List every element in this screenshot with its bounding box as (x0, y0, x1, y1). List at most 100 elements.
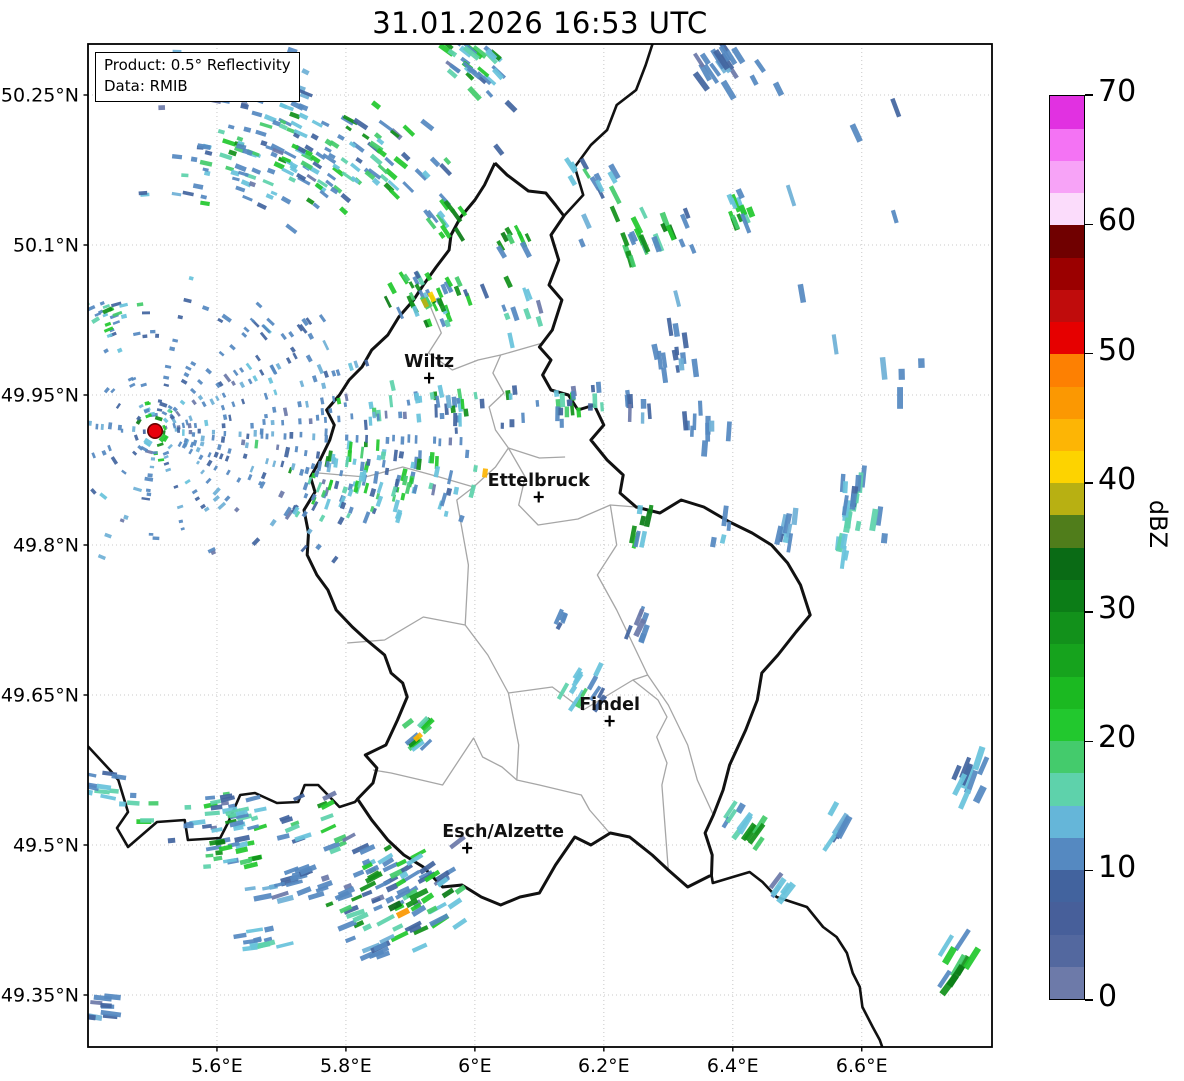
echo-cell (327, 480, 334, 491)
echo-cell (197, 394, 204, 401)
colorbar-segment (1050, 418, 1084, 451)
echo-cell (324, 428, 328, 437)
echo-cell (400, 151, 411, 162)
city-marker (424, 372, 435, 384)
city-label: Wiltz (404, 352, 454, 372)
echo-cell (192, 183, 204, 190)
echo-cell (361, 133, 370, 140)
echo-cell (163, 461, 170, 466)
echo-cell (247, 840, 255, 846)
echo-cell (195, 446, 201, 453)
echo-cell (362, 923, 373, 932)
echo-cell (244, 442, 249, 449)
echo-cell (708, 420, 715, 432)
echo-cell (199, 159, 213, 167)
echo-cell (414, 435, 418, 444)
echo-cell (432, 436, 437, 444)
echo-cell (375, 439, 380, 451)
echo-cell (508, 393, 513, 400)
echo-cell (244, 886, 256, 892)
echo-cell (262, 179, 274, 187)
echo-cell (462, 288, 469, 297)
echo-cell (376, 454, 382, 461)
echo-cell (568, 684, 578, 695)
echo-cell (298, 468, 305, 476)
radar-echoes (88, 44, 990, 1022)
echo-cell (285, 223, 298, 235)
echo-cell (719, 534, 727, 544)
echo-cell (206, 459, 213, 467)
echo-cell (593, 661, 604, 677)
echo-cell (311, 375, 318, 383)
echo-cell (292, 352, 298, 360)
echo-cell (259, 121, 273, 130)
echo-cell (110, 388, 116, 394)
echo-cell (350, 175, 360, 184)
echo-cell (333, 480, 340, 490)
colorbar-tick-label: 60 (1098, 203, 1137, 239)
echo-cell (132, 331, 141, 337)
y-tick-label: 50.25°N (1, 85, 79, 107)
echo-cell (535, 399, 540, 407)
echo-cell (190, 361, 197, 367)
echo-cell (331, 555, 339, 564)
echo-cell (178, 519, 184, 524)
x-tick-label: 6°E (458, 1055, 492, 1077)
echo-cell (240, 439, 246, 446)
y-tick-label: 50.1°N (13, 235, 79, 257)
echo-cell (558, 407, 564, 416)
echo-cell (897, 387, 903, 409)
echo-cell (337, 516, 345, 526)
echo-cell (217, 317, 224, 324)
x-tick-label: 6.2°E (578, 1055, 630, 1077)
echo-cell (184, 804, 192, 810)
echo-cell (204, 810, 220, 817)
echo-cell (388, 188, 401, 200)
echo-cell (352, 869, 365, 878)
echo-cell (213, 855, 223, 862)
echo-cell (479, 398, 485, 409)
echo-cell (141, 311, 151, 315)
echo-cell (185, 365, 192, 371)
echo-cell (303, 450, 308, 457)
echo-cell (666, 317, 674, 337)
echo-cell (161, 410, 168, 416)
echo-cell (197, 428, 201, 434)
echo-cell (620, 231, 630, 247)
echo-cell (340, 157, 349, 165)
echo-cell (250, 815, 259, 822)
echo-cell (182, 429, 185, 436)
echo-cell (234, 163, 247, 172)
echo-cell (323, 416, 327, 423)
echo-cell (264, 925, 275, 933)
colorbar-segment (1050, 869, 1084, 903)
colorbar-segment (1050, 386, 1084, 419)
echo-cell (376, 413, 380, 421)
echo-cell (273, 389, 278, 396)
echo-cell (373, 904, 383, 912)
echo-cell (246, 433, 250, 440)
colorbar-segment (1050, 514, 1084, 548)
echo-cell (320, 407, 325, 416)
echo-cell (177, 441, 183, 448)
echo-cell (181, 422, 186, 429)
luxembourg-border (302, 161, 812, 907)
city-label: Findel (579, 695, 640, 715)
echo-cell (147, 473, 153, 478)
echo-cell (316, 363, 324, 375)
echo-cell (349, 162, 361, 173)
colorbar (1049, 95, 1085, 1000)
echo-cell (191, 432, 196, 437)
echo-cell (376, 913, 395, 927)
echo-cell (453, 226, 466, 242)
colorbar-segment (1050, 321, 1084, 355)
echo-cell (842, 481, 849, 494)
echo-cell (163, 383, 170, 387)
echo-cell (220, 436, 226, 443)
district-border-line (456, 486, 520, 781)
colorbar-tick-label: 30 (1098, 591, 1137, 627)
echo-cell (223, 373, 232, 383)
echo-cell (507, 332, 515, 349)
echo-cell (149, 465, 155, 469)
echo-cell (198, 454, 204, 461)
